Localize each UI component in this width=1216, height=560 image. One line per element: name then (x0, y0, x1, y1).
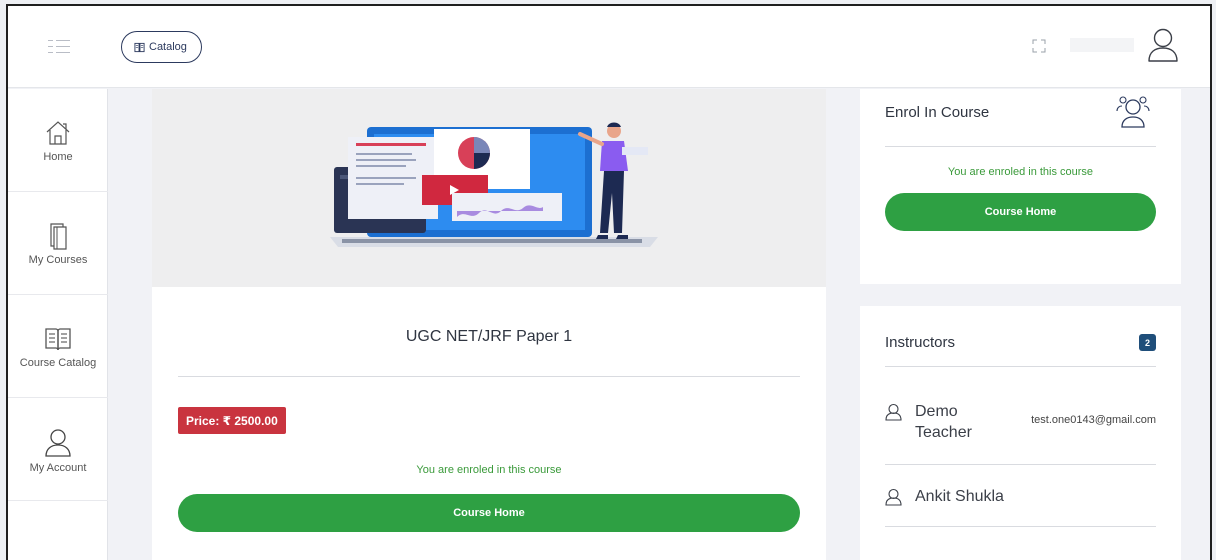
divider (885, 526, 1156, 527)
enrol-card-title: Enrol In Course (885, 104, 990, 121)
sidebar: Home My Courses Course Catalog My Accoun… (8, 89, 108, 560)
instructor-name: Ankit Shukla (915, 488, 1004, 505)
divider (885, 146, 1156, 147)
user-icon (885, 403, 902, 421)
open-book-icon (45, 328, 71, 351)
sidebar-item-label: Home (43, 151, 73, 163)
course-details-card: UGC NET/JRF Paper 1 Price: ₹ 2500.00 You… (152, 287, 826, 560)
sidebar-item-label: My Account (29, 462, 87, 474)
course-hero-image (152, 89, 826, 287)
instructors-card: Instructors 2 Demo Teacher test.one0143@… (860, 306, 1181, 560)
divider (178, 376, 800, 377)
sidebar-item-label: My Courses (28, 254, 88, 266)
users-enrol-icon (1116, 96, 1150, 128)
catalog-button-label: Catalog (149, 41, 187, 53)
app-frame: Catalog Home My Courses Course Catalog M… (6, 4, 1212, 560)
user-icon (885, 488, 902, 506)
book-icon (134, 42, 145, 52)
enrol-card: Enrol In Course You are enroled in this … (860, 89, 1181, 284)
course-home-button[interactable]: Course Home (885, 193, 1156, 231)
course-title: UGC NET/JRF Paper 1 (405, 328, 573, 345)
instructor-item[interactable]: Ankit Shukla (885, 486, 1156, 510)
menu-toggle-icon[interactable] (48, 40, 70, 54)
instructors-title: Instructors (885, 334, 956, 351)
sidebar-item-home[interactable]: Home (8, 89, 108, 192)
sidebar-item-course-catalog[interactable]: Course Catalog (8, 295, 108, 398)
user-icon (45, 429, 71, 457)
sidebar-item-label: Course Catalog (19, 357, 97, 369)
course-illustration (330, 122, 658, 247)
sidebar-item-my-courses[interactable]: My Courses (8, 192, 108, 295)
divider (885, 366, 1156, 367)
catalog-button[interactable]: Catalog (121, 31, 202, 63)
books-icon (50, 223, 67, 250)
divider (885, 464, 1156, 465)
instructor-name: Demo Teacher (915, 403, 972, 441)
enrolled-status-text: You are enroled in this course (947, 166, 1094, 178)
home-icon (46, 121, 70, 145)
instructors-count-badge: 2 (1139, 334, 1156, 351)
price-badge: Price: ₹ 2500.00 (178, 407, 286, 434)
sidebar-item-my-account[interactable]: My Account (8, 398, 108, 501)
enrolled-status-text: You are enroled in this course (416, 464, 562, 476)
instructor-item[interactable]: Demo Teacher test.one0143@gmail.com (885, 401, 1156, 441)
fullscreen-icon[interactable] (1032, 39, 1046, 53)
user-name-placeholder (1070, 38, 1134, 52)
user-avatar-icon[interactable] (1146, 26, 1180, 64)
course-home-button[interactable]: Course Home (178, 494, 800, 532)
top-header: Catalog (8, 6, 1210, 88)
instructor-email: test.one0143@gmail.com (1031, 414, 1156, 426)
